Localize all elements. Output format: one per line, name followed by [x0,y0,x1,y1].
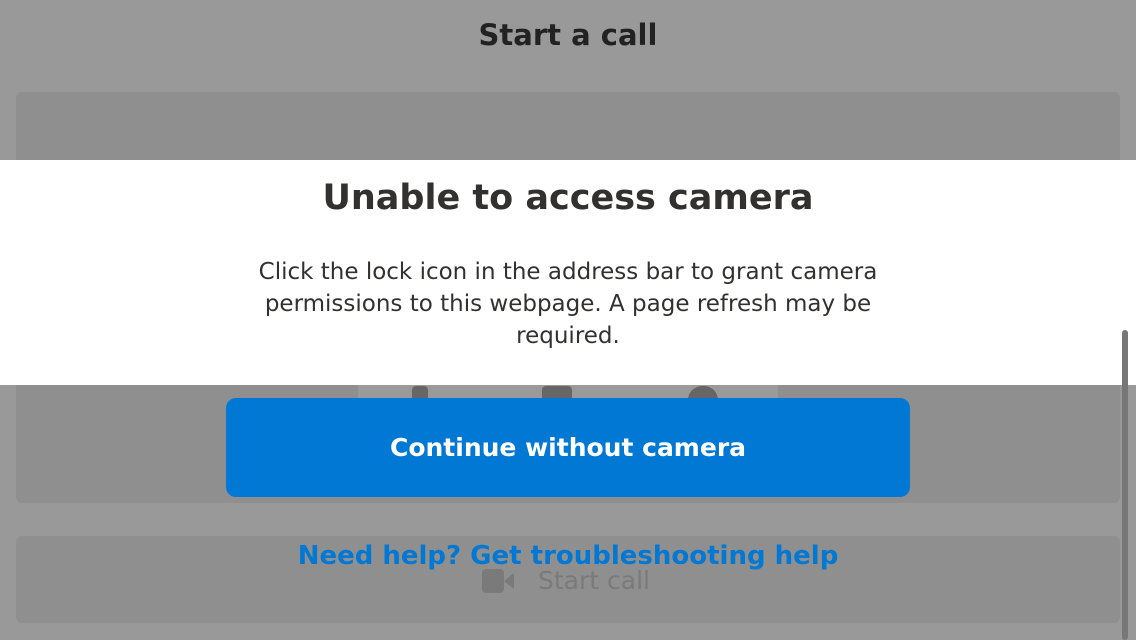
troubleshooting-help-link[interactable]: Need help? Get troubleshooting help [0,541,1136,571]
video-camera-icon [482,568,514,593]
page-title: Start a call [478,18,658,52]
camera-error-dialog: Unable to access camera Click the lock i… [0,160,1136,385]
dialog-message: Click the lock icon in the address bar t… [258,259,878,349]
scrollbar[interactable] [1122,330,1128,640]
continue-without-camera-button[interactable]: Continue without camera [226,398,910,497]
dialog-title: Unable to access camera [322,178,814,218]
